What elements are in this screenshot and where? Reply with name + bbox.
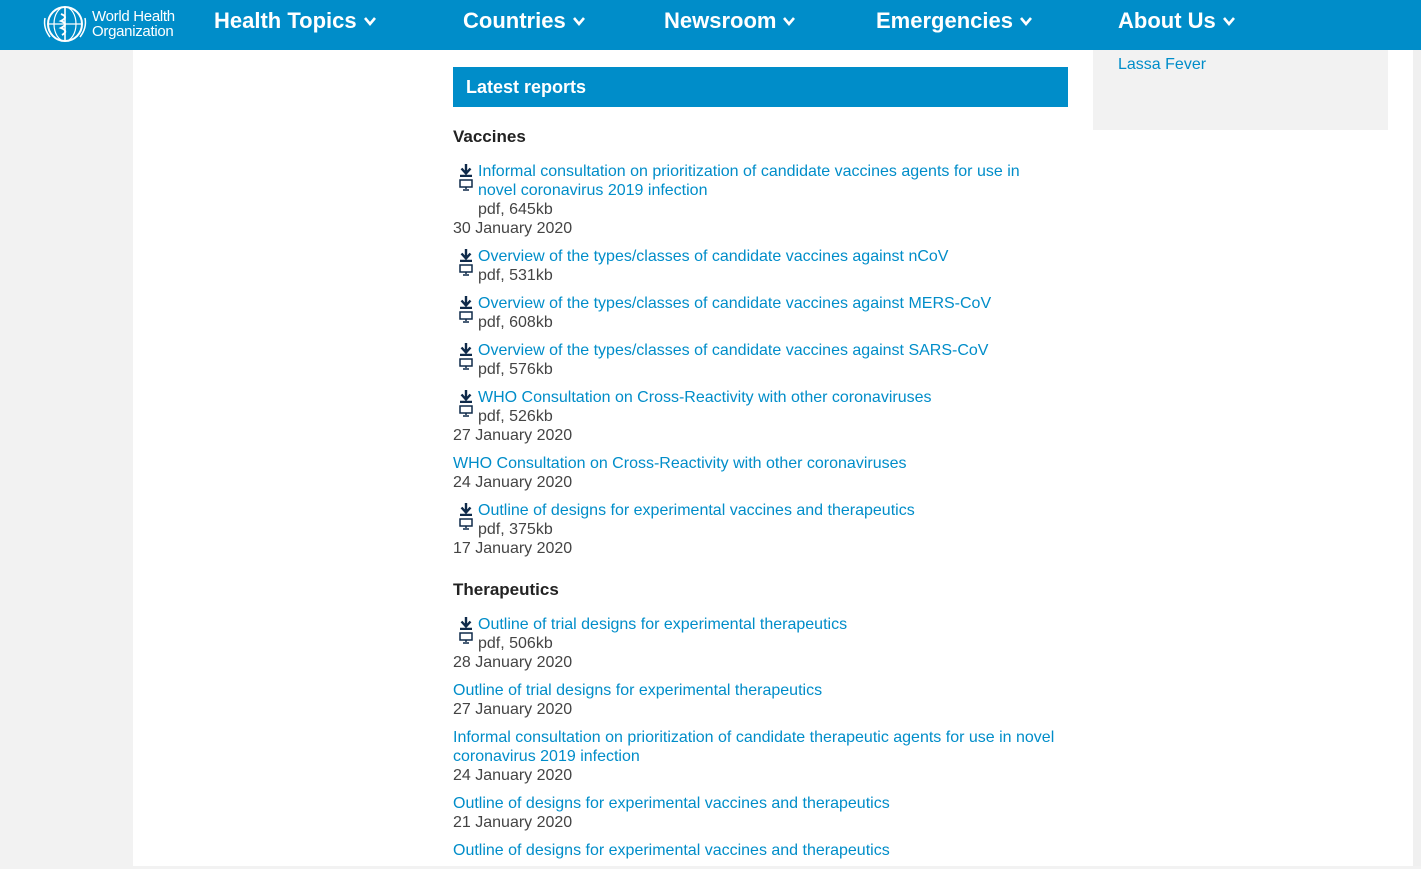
file-size: pdf, 576kb xyxy=(478,361,553,378)
nav-about-us[interactable]: About Us xyxy=(1118,8,1236,34)
chevron-down-icon xyxy=(363,17,376,27)
report-date: 28 January 2020 xyxy=(453,654,573,671)
download-arrow-icon[interactable] xyxy=(459,164,473,177)
report-link[interactable]: Outline of designs for experimental vacc… xyxy=(453,794,1068,813)
report-entry: Overview of the types/classes of candida… xyxy=(453,247,1068,285)
report-link[interactable]: WHO Consultation on Cross-Reactivity wit… xyxy=(478,388,932,407)
chevron-down-icon xyxy=(783,17,796,27)
report-entry: Informal consultation on prioritization … xyxy=(453,728,1068,785)
download-arrow-icon[interactable] xyxy=(459,617,473,630)
report-date: 21 January 2020 xyxy=(453,814,573,831)
monitor-icon[interactable] xyxy=(459,264,473,276)
page-scrollbar[interactable] xyxy=(1413,50,1421,866)
report-link[interactable]: Overview of the types/classes of candida… xyxy=(478,294,991,313)
file-size: pdf, 375kb xyxy=(478,521,553,538)
entry-icons xyxy=(453,501,478,530)
report-link[interactable]: Outline of trial designs for experimenta… xyxy=(453,681,1068,700)
report-link[interactable]: Overview of the types/classes of candida… xyxy=(478,247,948,266)
main-column: Latest reports Vaccines Informal consult… xyxy=(453,67,1068,869)
logo-line-1: World Health xyxy=(92,8,175,25)
top-navigation: World Health Organization Health Topics … xyxy=(0,0,1421,50)
report-date: 27 January 2020 xyxy=(453,701,573,718)
report-entry: Outline of trial designs for experimenta… xyxy=(453,615,1068,672)
nav-label: About Us xyxy=(1118,8,1216,33)
report-date: 17 January 2020 xyxy=(453,540,573,557)
category-title-vaccines: Vaccines xyxy=(453,127,526,146)
report-entry: Overview of the types/classes of candida… xyxy=(453,294,1068,332)
entry-icons xyxy=(453,615,478,644)
report-entry: WHO Consultation on Cross-Reactivity wit… xyxy=(453,388,1068,445)
report-link[interactable]: Outline of trial designs for experimenta… xyxy=(478,615,847,634)
category-title-therapeutics: Therapeutics xyxy=(453,580,559,599)
report-entry: Outline of designs for experimental vacc… xyxy=(453,841,1068,860)
entry-icons xyxy=(453,247,478,276)
download-arrow-icon[interactable] xyxy=(459,390,473,403)
download-arrow-icon[interactable] xyxy=(459,343,473,356)
nav-countries[interactable]: Countries xyxy=(463,8,586,34)
logo-line-2: Organization xyxy=(92,23,174,40)
report-date: 24 January 2020 xyxy=(453,767,573,784)
report-entry: Overview of the types/classes of candida… xyxy=(453,341,1068,379)
chevron-down-icon xyxy=(1222,17,1235,27)
nav-label: Countries xyxy=(463,8,566,33)
nav-health-topics[interactable]: Health Topics xyxy=(214,8,377,34)
entry-icons xyxy=(453,388,478,417)
report-link[interactable]: Informal consultation on prioritization … xyxy=(453,728,1068,747)
download-arrow-icon[interactable] xyxy=(459,503,473,516)
sidebar-link-lassa-fever[interactable]: Lassa Fever xyxy=(1118,56,1206,74)
chevron-down-icon xyxy=(1019,17,1032,27)
who-logo[interactable]: World Health Organization xyxy=(42,2,175,46)
nav-label: Newsroom xyxy=(664,8,777,33)
download-arrow-icon[interactable] xyxy=(459,296,473,309)
report-link[interactable]: Outline of designs for experimental vacc… xyxy=(453,841,1068,860)
report-link-continued[interactable]: novel coronavirus 2019 infection xyxy=(478,181,1020,200)
entry-icons xyxy=(453,162,478,191)
report-entry: Outline of designs for experimental vacc… xyxy=(453,794,1068,832)
file-size: pdf, 645kb xyxy=(478,201,553,218)
monitor-icon[interactable] xyxy=(459,405,473,417)
report-link[interactable]: Outline of designs for experimental vacc… xyxy=(478,501,915,520)
entry-icons xyxy=(453,294,478,323)
monitor-icon[interactable] xyxy=(459,632,473,644)
report-date: 24 January 2020 xyxy=(453,474,573,491)
entry-icons xyxy=(453,341,478,370)
report-entry: WHO Consultation on Cross-Reactivity wit… xyxy=(453,454,1068,492)
monitor-icon[interactable] xyxy=(459,358,473,370)
report-entry: Outline of designs for experimental vacc… xyxy=(453,501,1068,558)
who-emblem-icon xyxy=(43,6,87,42)
nav-label: Health Topics xyxy=(214,8,357,33)
file-size: pdf, 531kb xyxy=(478,267,553,284)
nav-label: Emergencies xyxy=(876,8,1013,33)
file-size: pdf, 526kb xyxy=(478,408,553,425)
monitor-icon[interactable] xyxy=(459,518,473,530)
report-date: 30 January 2020 xyxy=(453,220,573,237)
file-size: pdf, 608kb xyxy=(478,314,553,331)
logo-text: World Health Organization xyxy=(92,9,175,39)
report-link-continued[interactable]: coronavirus 2019 infection xyxy=(453,747,1068,766)
section-header-latest-reports: Latest reports xyxy=(453,67,1068,107)
monitor-icon[interactable] xyxy=(459,311,473,323)
download-arrow-icon[interactable] xyxy=(459,249,473,262)
report-entry: Outline of trial designs for experimenta… xyxy=(453,681,1068,719)
report-date: 27 January 2020 xyxy=(453,427,573,444)
nav-newsroom[interactable]: Newsroom xyxy=(664,8,796,34)
report-link[interactable]: Overview of the types/classes of candida… xyxy=(478,341,988,360)
monitor-icon[interactable] xyxy=(459,179,473,191)
report-link[interactable]: WHO Consultation on Cross-Reactivity wit… xyxy=(453,454,1068,473)
nav-emergencies[interactable]: Emergencies xyxy=(876,8,1033,34)
chevron-down-icon xyxy=(572,17,585,27)
report-link[interactable]: Informal consultation on prioritization … xyxy=(478,162,1020,181)
file-size: pdf, 506kb xyxy=(478,635,553,652)
report-entry: Informal consultation on prioritization … xyxy=(453,162,1068,238)
